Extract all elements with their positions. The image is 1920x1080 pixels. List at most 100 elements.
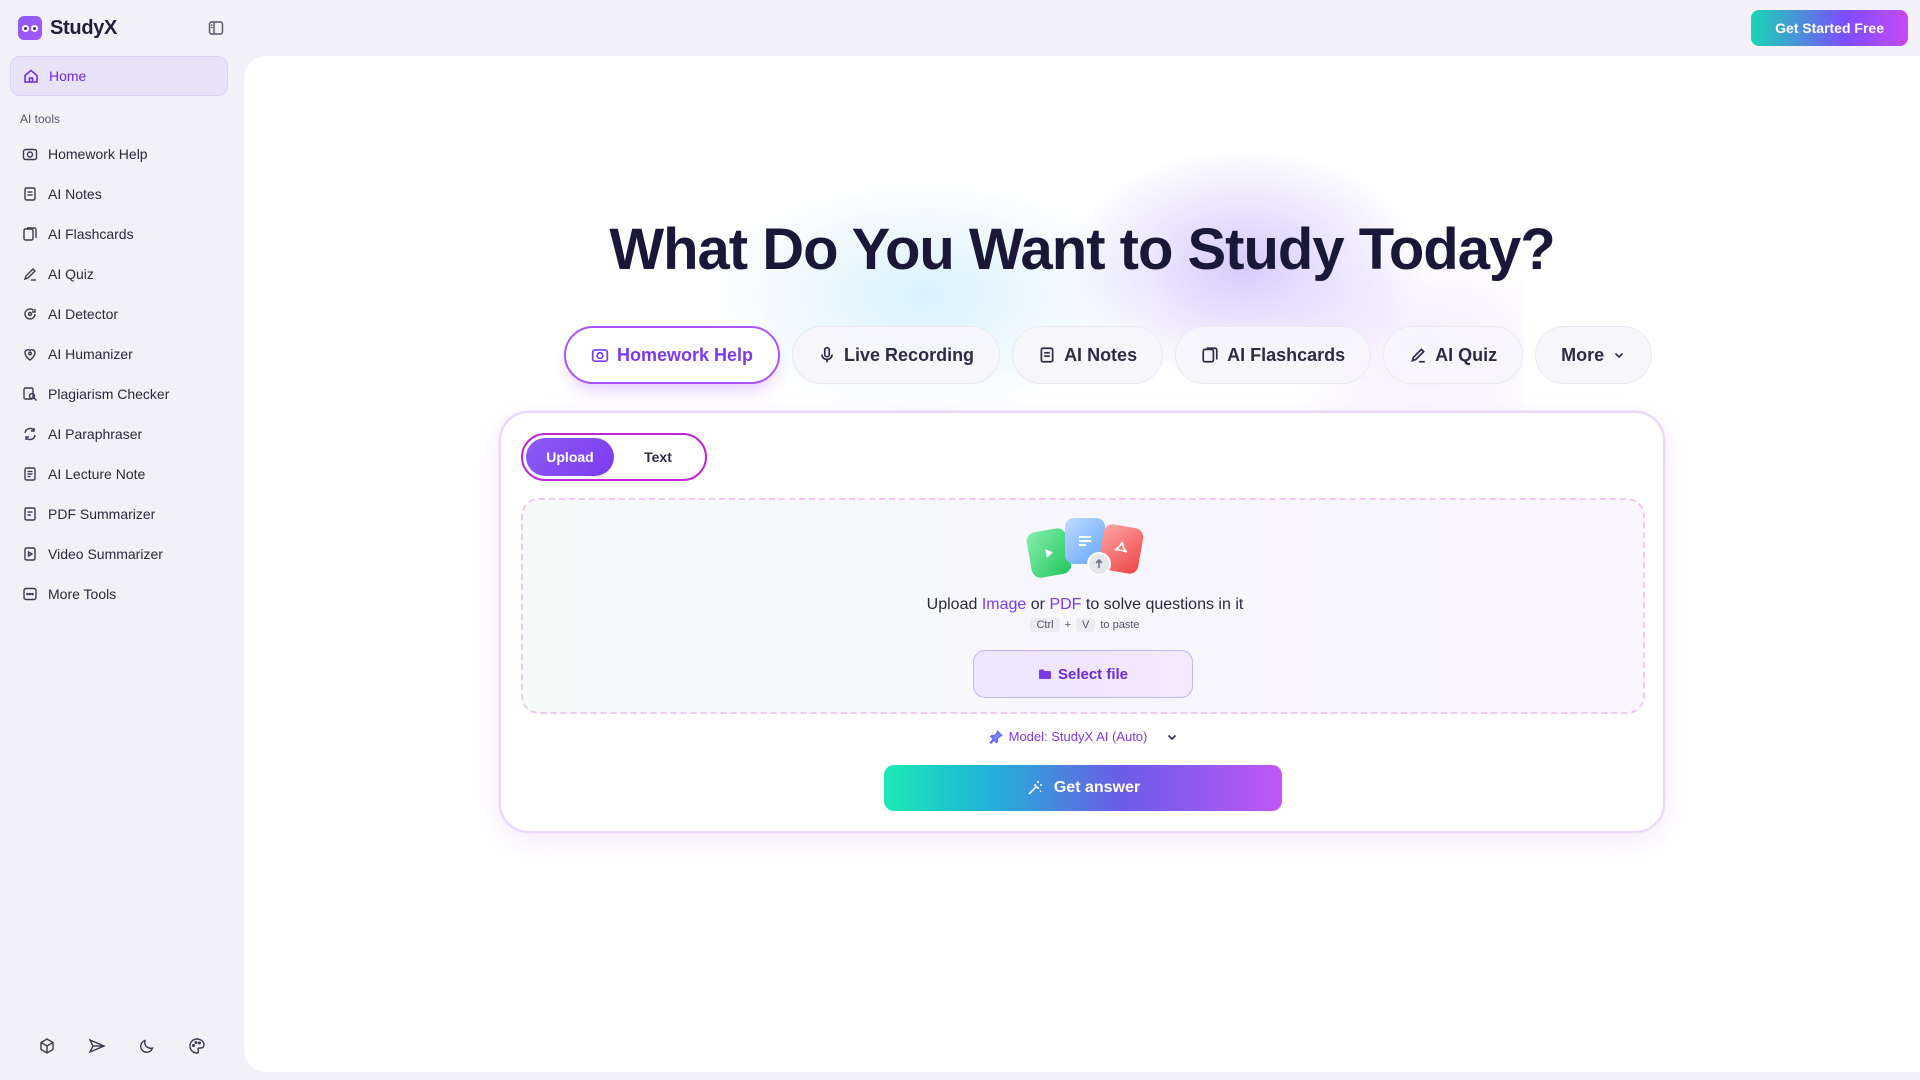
folder-icon bbox=[1038, 669, 1051, 679]
sidebar-footer bbox=[0, 1030, 244, 1062]
pdf-link[interactable]: PDF bbox=[1049, 596, 1081, 613]
main-panel: What Do You Want to Study Today? Homewor… bbox=[244, 56, 1920, 1072]
upload-instructions: Upload Image or PDF to solve questions i… bbox=[523, 596, 1647, 614]
studyx-logo-icon bbox=[18, 16, 42, 40]
flashcards-icon bbox=[1202, 347, 1218, 363]
sidebar-item-label: AI Paraphraser bbox=[48, 426, 143, 442]
tab-label: AI Quiz bbox=[1435, 344, 1498, 365]
sidebar-item-label: Homework Help bbox=[48, 146, 148, 162]
moon-icon[interactable] bbox=[135, 1034, 159, 1058]
sidebar-item-label: More Tools bbox=[48, 586, 117, 602]
sidebar-item-label: AI Detector bbox=[48, 306, 119, 322]
magic-wand-icon bbox=[1028, 781, 1042, 795]
upload-prefix-text: Upload bbox=[926, 596, 978, 613]
mode-text-button[interactable]: Text bbox=[614, 438, 702, 476]
sidebar-item-ai-flashcards[interactable]: AI Flashcards bbox=[10, 214, 228, 254]
file-types-illustration bbox=[1023, 516, 1147, 580]
cube-icon[interactable] bbox=[35, 1034, 59, 1058]
select-file-label: Select file bbox=[1057, 665, 1129, 683]
palette-icon[interactable] bbox=[185, 1034, 209, 1058]
sidebar-item-ai-detector[interactable]: AI Detector bbox=[10, 294, 228, 334]
detector-icon bbox=[24, 308, 36, 320]
paraphrase-icon bbox=[24, 427, 36, 441]
home-icon bbox=[24, 69, 38, 83]
sidebar-item-label: AI Lecture Note bbox=[48, 466, 146, 482]
tab-ai-quiz[interactable]: AI Quiz bbox=[1383, 326, 1524, 384]
section-label-ai-tools: AI tools bbox=[20, 112, 61, 126]
sidebar-item-label: PDF Summarizer bbox=[48, 506, 156, 522]
plus-sign: + bbox=[1064, 619, 1072, 631]
homework-card: Upload Text Upload Image or PDF to solve… bbox=[499, 411, 1665, 833]
paste-text: to paste bbox=[1100, 619, 1140, 631]
or-text: or bbox=[1030, 596, 1045, 613]
select-file-button[interactable]: Select file bbox=[973, 650, 1193, 698]
notes-icon bbox=[1040, 347, 1054, 363]
sidebar-toggle-icon[interactable] bbox=[206, 18, 226, 38]
plagiarism-icon bbox=[23, 387, 37, 401]
upload-arrow-icon bbox=[1087, 552, 1111, 576]
tab-label: Homework Help bbox=[617, 344, 754, 365]
tab-label: AI Notes bbox=[1064, 344, 1138, 365]
sidebar-item-label: AI Notes bbox=[48, 186, 102, 202]
sidebar-item-label: Video Summarizer bbox=[48, 546, 163, 562]
pdf-icon bbox=[24, 507, 36, 521]
page-title: What Do You Want to Study Today? bbox=[609, 217, 1555, 282]
tab-live-recording[interactable]: Live Recording bbox=[792, 326, 1001, 384]
chevron-down-icon bbox=[1615, 352, 1624, 359]
brand-name: StudyX bbox=[50, 16, 118, 39]
flashcards-icon bbox=[23, 227, 37, 241]
quiz-pen-icon bbox=[1411, 348, 1425, 363]
sidebar-item-plagiarism-checker[interactable]: Plagiarism Checker bbox=[10, 374, 228, 414]
model-label: Model: StudyX AI (Auto) bbox=[1008, 729, 1148, 744]
mode-toggle: Upload Text bbox=[521, 433, 707, 481]
sidebar-item-more-tools[interactable]: More Tools bbox=[10, 574, 228, 614]
tab-more[interactable]: More bbox=[1535, 326, 1653, 384]
sidebar-item-ai-quiz[interactable]: AI Quiz bbox=[10, 254, 228, 294]
quiz-pen-icon bbox=[23, 268, 36, 281]
get-started-free-button[interactable]: Get Started Free bbox=[1751, 10, 1908, 46]
sidebar-item-label: AI Quiz bbox=[48, 266, 94, 282]
sidebar-item-home[interactable]: Home bbox=[10, 56, 228, 96]
get-answer-label: Get answer bbox=[1053, 779, 1141, 796]
tab-label: Live Recording bbox=[844, 344, 975, 365]
camera-icon bbox=[22, 148, 38, 161]
microphone-icon bbox=[821, 346, 833, 363]
sidebar-item-ai-humanizer[interactable]: AI Humanizer bbox=[10, 334, 228, 374]
tool-tabs: Homework Help Live Recording AI Notes AI… bbox=[564, 326, 1653, 384]
paste-hint: Ctrl + V to paste bbox=[523, 618, 1647, 632]
send-icon[interactable] bbox=[85, 1034, 109, 1058]
model-selector[interactable]: Model: StudyX AI (Auto) bbox=[501, 729, 1667, 744]
get-answer-button[interactable]: Get answer bbox=[884, 765, 1282, 811]
mode-upload-button[interactable]: Upload bbox=[526, 438, 614, 476]
notes-icon bbox=[24, 187, 36, 201]
v-key: V bbox=[1076, 618, 1096, 632]
tab-ai-notes[interactable]: AI Notes bbox=[1012, 326, 1164, 384]
sidebar-item-ai-notes[interactable]: AI Notes bbox=[10, 174, 228, 214]
tab-ai-flashcards[interactable]: AI Flashcards bbox=[1175, 326, 1372, 384]
more-tools-icon bbox=[23, 587, 37, 601]
sidebar: StudyX Home AI tools Homework Help AI No… bbox=[0, 0, 244, 1080]
sidebar-item-label: AI Humanizer bbox=[48, 346, 133, 362]
sidebar-item-video-summarizer[interactable]: Video Summarizer bbox=[10, 534, 228, 574]
sidebar-item-homework-help[interactable]: Homework Help bbox=[10, 134, 228, 174]
image-link[interactable]: Image bbox=[982, 596, 1026, 613]
tab-homework-help[interactable]: Homework Help bbox=[564, 326, 781, 384]
camera-icon bbox=[591, 349, 609, 363]
chevron-down-icon bbox=[1168, 734, 1177, 740]
humanizer-icon bbox=[24, 349, 36, 361]
sidebar-item-ai-lecture-note[interactable]: AI Lecture Note bbox=[10, 454, 228, 494]
lecture-note-icon bbox=[24, 467, 36, 481]
ctrl-key: Ctrl bbox=[1030, 618, 1060, 632]
tab-label: More bbox=[1561, 344, 1605, 365]
sidebar-item-label: Plagiarism Checker bbox=[48, 386, 170, 402]
video-icon bbox=[24, 547, 36, 561]
pin-icon bbox=[989, 729, 1003, 744]
upload-dropzone[interactable]: Upload Image or PDF to solve questions i… bbox=[521, 498, 1645, 714]
upload-suffix-text: to solve questions in it bbox=[1085, 596, 1244, 613]
brand[interactable]: StudyX bbox=[18, 14, 117, 42]
tab-label: AI Flashcards bbox=[1227, 344, 1346, 365]
sidebar-item-pdf-summarizer[interactable]: PDF Summarizer bbox=[10, 494, 228, 534]
sidebar-item-ai-paraphraser[interactable]: AI Paraphraser bbox=[10, 414, 228, 454]
sidebar-item-label: Home bbox=[49, 68, 87, 84]
sidebar-item-label: AI Flashcards bbox=[48, 226, 134, 242]
